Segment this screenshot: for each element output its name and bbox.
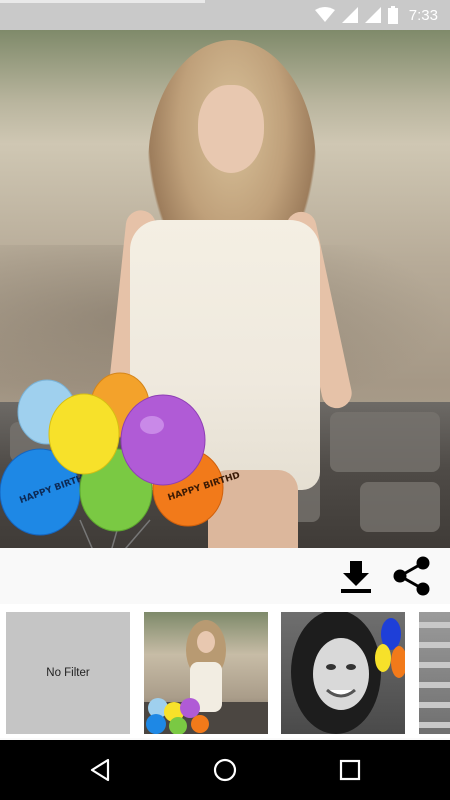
- status-time: 7:33: [408, 6, 438, 24]
- system-nav-bar: [0, 740, 450, 800]
- home-button[interactable]: [209, 754, 241, 786]
- back-icon: [90, 758, 110, 782]
- status-bar-highlight: [0, 0, 205, 3]
- home-icon: [213, 758, 237, 782]
- signal-icon: [364, 7, 381, 23]
- filter-strip: No Filter: [0, 604, 450, 738]
- filter-thumb-image: [144, 620, 268, 734]
- main-photo: HAPPY BIRTHDAY HAPPY BIRTHDAY: [0, 30, 450, 548]
- person-face: [198, 85, 264, 173]
- back-button[interactable]: [84, 754, 116, 786]
- download-icon: [341, 561, 371, 593]
- battery-icon: [387, 6, 398, 24]
- action-toolbar: [0, 548, 450, 604]
- wall-stone: [330, 412, 440, 472]
- wall-stone: [360, 482, 440, 532]
- download-button[interactable]: [336, 556, 376, 596]
- share-icon: [393, 556, 430, 596]
- share-button[interactable]: [390, 554, 434, 598]
- filter-thumb-stairs[interactable]: [419, 612, 450, 734]
- recents-button[interactable]: [334, 754, 366, 786]
- signal-icon: [341, 7, 358, 23]
- birthday-balloons-sticker: HAPPY BIRTHDAY HAPPY BIRTHDAY: [0, 372, 240, 548]
- filter-thumb-none[interactable]: No Filter: [6, 612, 130, 734]
- wifi-icon: [314, 7, 335, 22]
- filter-thumb-balloons[interactable]: [144, 612, 268, 734]
- status-icons: 7:33: [314, 0, 438, 30]
- filter-label: No Filter: [46, 667, 90, 679]
- filter-thumb-grayscale[interactable]: [281, 612, 405, 734]
- recents-icon: [339, 759, 361, 781]
- filter-thumb-image: [419, 622, 450, 728]
- filter-thumb-image: [291, 612, 405, 734]
- status-bar: 7:33: [0, 0, 450, 30]
